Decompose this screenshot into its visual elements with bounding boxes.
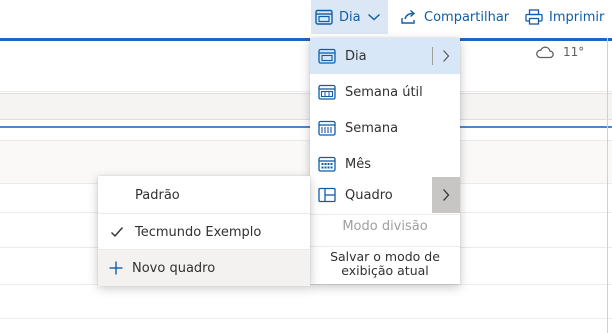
view-option-label: Semana útil [345,84,423,100]
checkmark-icon [111,227,124,238]
calendar-header-row [0,41,612,92]
chevron-down-icon [367,13,380,21]
scroll-edge [607,38,608,333]
view-switcher-button[interactable]: Dia [311,0,388,34]
board-icon [318,187,336,203]
share-button[interactable]: Compartilhar [400,0,509,34]
save-current-view-button[interactable]: Salvar o modo de exibição atual [310,250,460,278]
view-option-label: Quadro [345,187,393,203]
board-submenu-toggle[interactable] [432,177,460,213]
split-mode-option: Modo divisão [342,219,428,234]
cloud-icon [536,46,554,59]
menu-divider [310,214,460,215]
chevron-right-icon [443,189,450,201]
new-board-button[interactable]: Novo quadro [98,250,310,286]
new-board-label: Novo quadro [132,260,216,276]
calendar-day-icon [318,48,336,64]
weather-temperature: 11° [563,45,585,59]
all-day-band [0,93,612,120]
weather-widget[interactable]: 11° [535,45,584,59]
calendar-day-icon [315,9,333,25]
view-option-label: Mês [345,156,371,172]
plus-icon [109,261,123,275]
menu-divider [310,246,460,247]
calendar-week-icon [318,120,336,136]
command-bar: Dia Compartilhar Imprimir [0,0,612,37]
calendar-month-icon [318,156,336,172]
print-button[interactable]: Imprimir [525,0,604,34]
share-icon [401,9,416,24]
print-label: Imprimir [549,9,605,25]
view-menu: Dia Semana útil Semana Mês Quadro Modo d… [310,38,460,284]
board-option-label: Tecmundo Exemplo [135,224,262,240]
timeline-divider [0,126,612,128]
view-option-board[interactable]: Quadro [310,177,460,213]
calendar-workweek-icon [318,84,336,100]
view-switcher-label: Dia [339,9,361,25]
board-option-tecmundo[interactable]: Tecmundo Exemplo [98,214,310,250]
view-option-label: Semana [345,120,399,136]
chevron-right-icon [443,50,450,62]
day-submenu-toggle[interactable] [432,38,460,74]
board-option-default[interactable]: Padrão [98,177,310,213]
board-submenu: Padrão Tecmundo Exemplo Novo quadro [98,176,310,286]
view-option-week[interactable]: Semana [310,110,460,146]
view-option-workweek[interactable]: Semana útil [310,74,460,110]
view-option-day[interactable]: Dia [310,38,460,74]
view-option-label: Dia [345,48,367,64]
share-label: Compartilhar [424,9,510,25]
board-option-label: Padrão [135,187,180,203]
hour-line [0,318,612,319]
printer-icon [525,9,543,25]
